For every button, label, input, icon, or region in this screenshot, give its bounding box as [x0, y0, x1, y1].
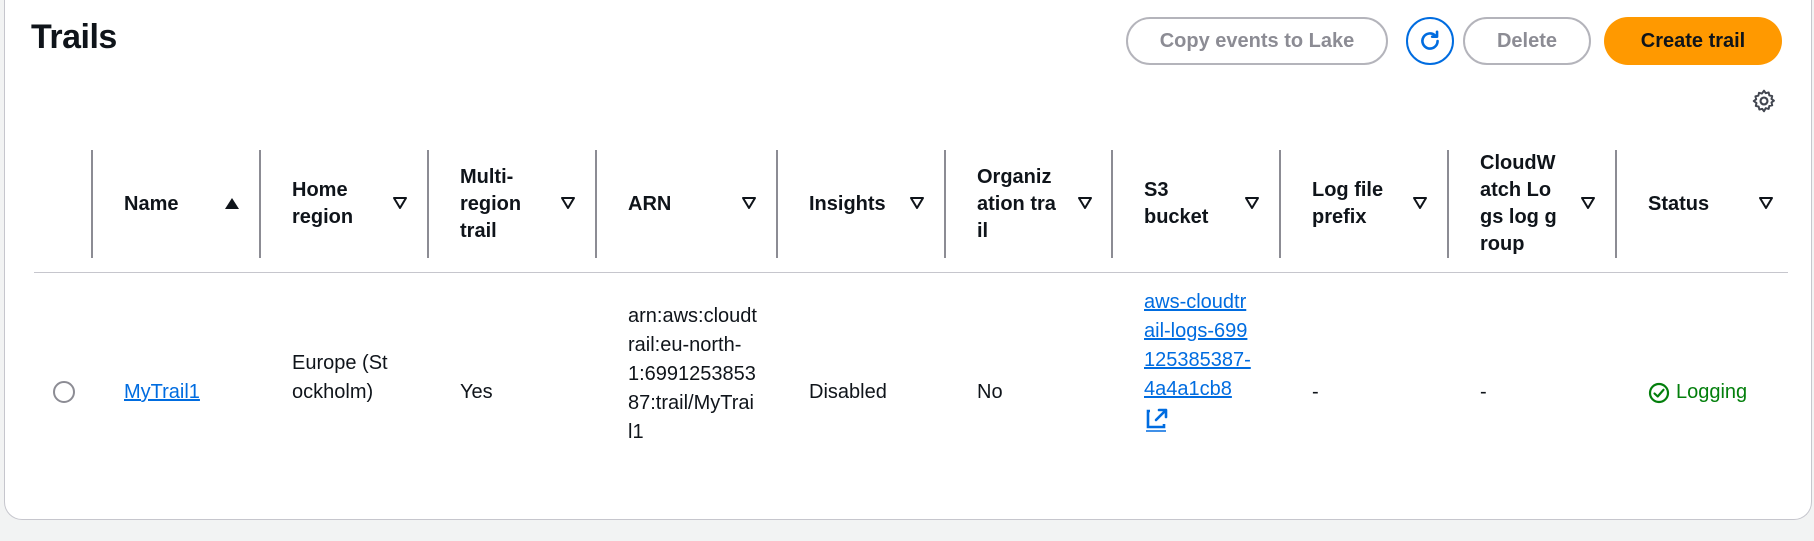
page-title: Trails: [31, 18, 117, 56]
delete-button[interactable]: Delete: [1463, 17, 1591, 65]
sort-icon: [1581, 197, 1595, 209]
cell-organization-trail: No: [977, 381, 1003, 403]
status-indicator: Logging: [1648, 378, 1747, 407]
column-header-label: S3 bucket: [1144, 179, 1209, 228]
status-label: Logging: [1676, 381, 1748, 403]
external-link-button[interactable]: [1144, 406, 1252, 441]
sort-icon: [1759, 197, 1773, 209]
column-header-cloudwatch-log-group[interactable]: CloudWatch Logs log group: [1480, 150, 1600, 258]
sort-icon: [561, 197, 575, 209]
column-divider[interactable]: [1615, 150, 1617, 258]
sort-ascending-icon: [225, 198, 239, 209]
column-divider[interactable]: [1111, 150, 1113, 258]
column-header-name[interactable]: Name: [124, 150, 252, 258]
column-header-label: Name: [124, 192, 179, 215]
gear-icon: [1752, 89, 1775, 113]
column-divider: [91, 150, 93, 258]
sort-icon: [393, 197, 407, 209]
sort-icon: [1245, 197, 1259, 209]
cell-arn: arn:aws:cloudtrail:eu-north-1:6991253853…: [628, 305, 757, 443]
trail-name-link[interactable]: MyTrail1: [124, 378, 200, 407]
refresh-button[interactable]: [1406, 17, 1454, 65]
cell-cloudwatch-log-group: -: [1480, 381, 1487, 403]
column-divider[interactable]: [259, 150, 261, 258]
column-divider[interactable]: [1279, 150, 1281, 258]
column-header-organization-trail[interactable]: Organization trail: [977, 150, 1097, 258]
sort-icon: [910, 197, 924, 209]
column-header-label: Status: [1648, 192, 1710, 215]
external-link-icon: [1146, 408, 1168, 432]
column-divider[interactable]: [595, 150, 597, 258]
cell-multi-region: Yes: [460, 381, 493, 403]
trails-panel: [4, 0, 1812, 520]
sort-icon: [1413, 197, 1427, 209]
column-divider[interactable]: [427, 150, 429, 258]
cell-log-file-prefix: -: [1312, 381, 1319, 403]
column-header-s3-bucket[interactable]: S3 bucket: [1144, 150, 1264, 258]
column-header-label: Insights: [809, 192, 886, 215]
column-header-arn[interactable]: ARN: [628, 150, 768, 258]
column-header-label: CloudWatch Logs log group: [1480, 152, 1557, 255]
column-header-label: Multi-region trail: [460, 165, 522, 242]
preferences-button[interactable]: [1751, 88, 1777, 114]
column-header-log-file-prefix[interactable]: Log file prefix: [1312, 150, 1432, 258]
copy-events-to-lake-button[interactable]: Copy events to Lake: [1126, 17, 1388, 65]
header-divider: [34, 272, 1788, 273]
cell-home-region: Europe (Stockholm): [292, 352, 388, 403]
create-trail-button[interactable]: Create trail: [1604, 17, 1782, 65]
column-divider[interactable]: [944, 150, 946, 258]
row-select-radio[interactable]: [53, 381, 75, 403]
column-header-status[interactable]: Status: [1648, 150, 1778, 258]
column-header-label: Log file prefix: [1312, 179, 1384, 228]
s3-bucket-link[interactable]: aws-cloudtrail-logs-699125385387-4a4a1cb…: [1144, 291, 1251, 400]
column-header-label: Organization trail: [977, 165, 1056, 242]
sort-icon: [1078, 197, 1092, 209]
column-header-label: Home region: [292, 179, 354, 228]
column-header-label: ARN: [628, 192, 672, 215]
column-header-insights[interactable]: Insights: [809, 150, 929, 258]
column-header-home-region[interactable]: Home region: [292, 150, 412, 258]
column-divider[interactable]: [1447, 150, 1449, 258]
cell-insights: Disabled: [809, 381, 887, 403]
column-header-multi-region-trail[interactable]: Multi-region trail: [460, 150, 580, 258]
sort-icon: [742, 197, 756, 209]
refresh-icon: [1421, 30, 1439, 50]
column-divider[interactable]: [776, 150, 778, 258]
cell-s3-bucket: aws-cloudtrail-logs-699125385387-4a4a1cb…: [1144, 288, 1252, 441]
check-circle-icon: [1648, 382, 1670, 403]
